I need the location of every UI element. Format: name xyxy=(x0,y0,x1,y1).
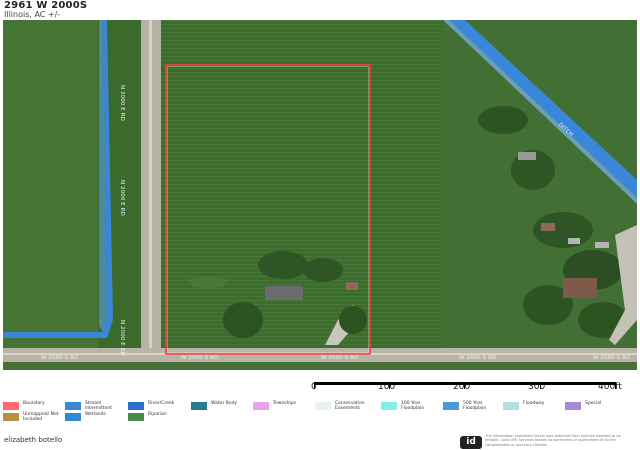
legend-label: Riparian xyxy=(148,412,167,417)
legend-swatch xyxy=(191,402,207,410)
road-label-vertical-3: N 2000 E RD xyxy=(119,320,125,356)
legend-swatch xyxy=(315,402,331,410)
legend-swatch xyxy=(503,402,519,410)
road-label-vertical-1: N 2000 E RD xyxy=(119,85,125,121)
legend-label: Wetlands xyxy=(85,412,106,417)
legend-swatch xyxy=(128,413,144,421)
scale-label-200: 200 xyxy=(453,382,471,392)
legend-label: 500 Year Floodplain xyxy=(463,401,487,411)
legend-label: Special xyxy=(585,401,602,406)
map-header: 2961 W 2000S Illinois, AC +/- xyxy=(4,0,636,20)
legend-swatch xyxy=(65,402,81,410)
scale-label-100: 100 xyxy=(378,382,396,392)
road-label-bottom-3: W 2000 S RD xyxy=(321,355,359,361)
legend-label: Boundary xyxy=(23,401,45,406)
road-label-bottom-4: W 2000 S RD xyxy=(459,355,497,361)
legend-label: Townships xyxy=(273,401,296,406)
road-label-vertical-2: N 2000 E RD xyxy=(119,180,125,216)
landid-logo: id xyxy=(460,436,482,449)
road-label-bottom-2: W 2000 S RD xyxy=(181,355,219,361)
legend-swatch xyxy=(128,402,144,410)
map-legend: Boundary Stream Intermittent River/Creek Wa… xyxy=(3,400,637,422)
trees-cluster xyxy=(223,302,263,338)
satellite-map[interactable]: N 2000 E RD N 2000 E RD N 2000 E RD W 20… xyxy=(3,20,637,370)
map-imagery xyxy=(3,20,637,370)
legend-swatch xyxy=(3,402,19,410)
legend-label: Floodway xyxy=(523,401,545,406)
road-label-bottom-5: W 2000 S RD xyxy=(593,355,631,361)
road-label-bottom-1: W 2000 S RD xyxy=(41,355,79,361)
scale-label-300: 300 xyxy=(528,382,546,392)
legend-label: Water Body xyxy=(211,401,238,406)
legend-swatch xyxy=(381,402,397,410)
author-name: elizabeth botello xyxy=(4,436,63,444)
barn xyxy=(265,286,303,300)
legend-swatch xyxy=(253,402,269,410)
scale-label-0: 0 xyxy=(311,382,317,392)
legend-swatch xyxy=(443,402,459,410)
house-right xyxy=(563,278,597,298)
legend-swatch xyxy=(3,413,19,421)
legend-label: Conservation Easements xyxy=(335,401,365,411)
legend-label: Unmapped/ Not Included xyxy=(23,412,59,422)
legend-swatch xyxy=(565,402,581,410)
scale-bar: 0 100 200 300 400ft xyxy=(304,381,636,397)
property-subtitle: Illinois, AC +/- xyxy=(4,10,61,19)
disclaimer-text: The information contained herein was obt… xyxy=(485,434,621,447)
legend-label: River/Creek xyxy=(148,401,175,406)
scale-label-400ft: 400ft xyxy=(598,382,622,392)
legend-label: Stream Intermittent xyxy=(85,401,113,411)
legend-swatch xyxy=(65,413,81,421)
legend-label: 100 Year Floodplain xyxy=(401,401,425,411)
